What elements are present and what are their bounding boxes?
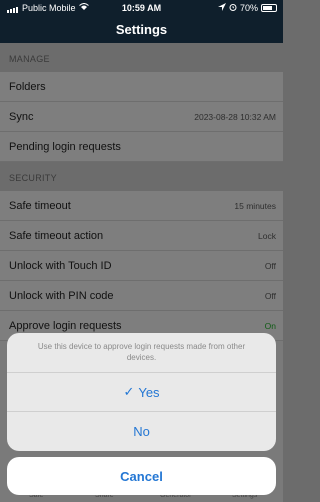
row-value: Lock [258, 230, 276, 241]
row-label: Safe timeout [9, 199, 71, 212]
row-sync[interactable]: Sync 2023-08-28 10:32 AM [0, 102, 283, 132]
yes-label: Yes [138, 384, 160, 400]
no-option[interactable]: No [7, 412, 276, 451]
row-label: Unlock with Touch ID [9, 259, 112, 272]
row-value: 15 minutes [234, 200, 276, 211]
row-safe-timeout-action[interactable]: Safe timeout action Lock [0, 221, 283, 251]
row-label: Folders [9, 80, 46, 93]
row-unlock-touch-id[interactable]: Unlock with Touch ID Off [0, 251, 283, 281]
action-sheet: Use this device to approve login request… [7, 333, 276, 451]
row-pending-login-requests[interactable]: Pending login requests [0, 132, 283, 162]
row-label: Approve login requests [9, 319, 122, 332]
row-unlock-pin-code[interactable]: Unlock with PIN code Off [0, 281, 283, 311]
row-label: Sync [9, 110, 34, 123]
top-bar: Public Mobile 10:59 AM 70% Settings [0, 0, 283, 43]
location-icon [217, 3, 226, 13]
status-bar: Public Mobile 10:59 AM 70% [0, 0, 283, 16]
cancel-button[interactable]: Cancel [7, 457, 276, 495]
section-header-security: SECURITY [0, 162, 283, 191]
row-value: 2023-08-28 10:32 AM [194, 111, 276, 122]
no-label: No [133, 424, 150, 439]
action-sheet-message: Use this device to approve login request… [7, 333, 276, 373]
page-title: Settings [115, 22, 168, 37]
yes-option[interactable]: ✓ Yes [7, 373, 276, 412]
battery-percent: 70% [239, 3, 258, 13]
row-label: Pending login requests [9, 140, 121, 153]
row-label: Safe timeout action [9, 229, 104, 242]
alarm-icon [229, 3, 237, 13]
row-label: Unlock with PIN code [9, 289, 114, 302]
row-safe-timeout[interactable]: Safe timeout 15 minutes [0, 191, 283, 221]
row-value: Off [264, 260, 276, 271]
battery-icon [261, 4, 277, 12]
row-folders[interactable]: Folders [0, 72, 283, 102]
checkmark-icon: ✓ [123, 384, 135, 399]
row-value: On [264, 320, 276, 331]
section-header-manage: MANAGE [0, 43, 283, 72]
row-value: Off [264, 290, 276, 301]
